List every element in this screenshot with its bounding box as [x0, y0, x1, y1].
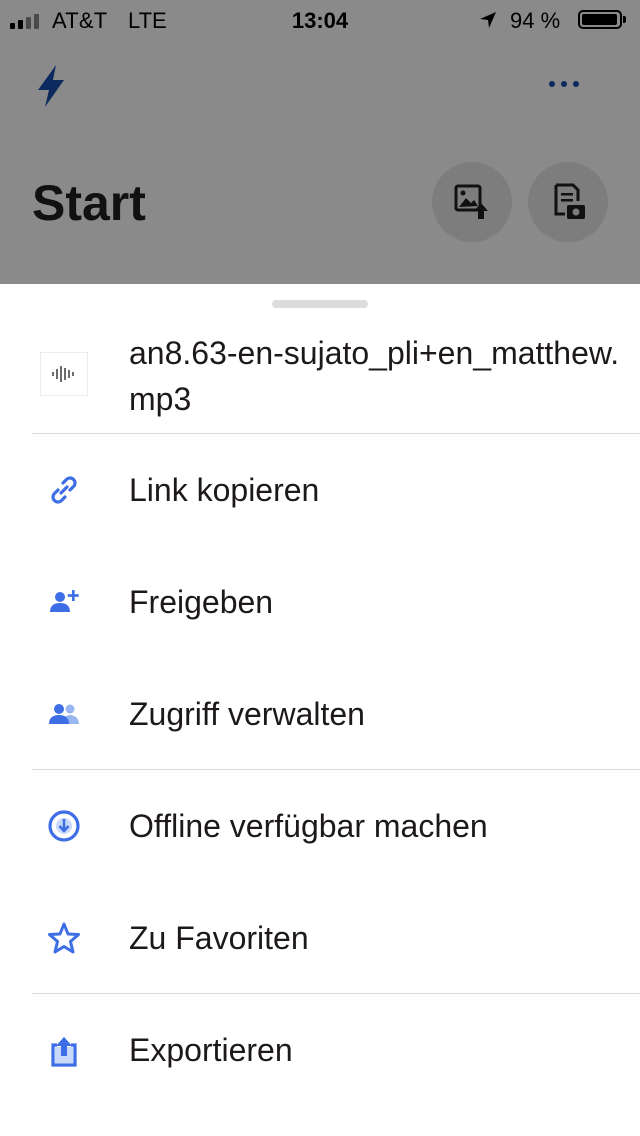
copy-link-item[interactable]: Link kopieren — [0, 434, 640, 546]
screen: AT&T LTE 13:04 94 % Start an8.63-en-suja… — [0, 0, 640, 1136]
share-item[interactable]: Freigeben — [0, 546, 640, 658]
offline-download-icon — [44, 806, 84, 846]
upload-photo-icon — [454, 184, 488, 219]
link-icon — [44, 470, 84, 510]
background-app[interactable]: AT&T LTE 13:04 94 % Start — [0, 0, 640, 300]
page-title: Start — [32, 175, 146, 231]
battery-percent: 94 % — [510, 8, 561, 33]
star-icon — [44, 918, 84, 958]
sheet-grabber[interactable] — [272, 300, 368, 308]
audio-file-icon — [40, 352, 88, 396]
scan-document-icon — [554, 183, 585, 219]
more-icon[interactable] — [540, 70, 588, 98]
export-icon — [44, 1030, 84, 1070]
battery-icon — [578, 10, 626, 29]
make-offline-item[interactable]: Offline verfügbar machen — [0, 770, 640, 882]
manage-access-label: Zugriff verwalten — [129, 696, 365, 732]
scan-document-button[interactable] — [528, 162, 608, 242]
action-sheet: an8.63-en-sujato_pli+en_matthew.mp3 Link… — [0, 284, 640, 1136]
add-favorite-item[interactable]: Zu Favoriten — [0, 882, 640, 994]
export-label: Exportieren — [129, 1032, 293, 1068]
location-arrow-icon — [480, 12, 496, 28]
share-label: Freigeben — [129, 584, 274, 620]
status-bar: AT&T LTE 13:04 94 % — [0, 0, 640, 40]
file-name: an8.63-en-sujato_pli+en_matthew.mp3 — [129, 335, 620, 417]
copy-link-label: Link kopieren — [129, 472, 320, 508]
bolt-icon[interactable] — [34, 64, 68, 108]
people-icon — [44, 694, 84, 734]
share-user-icon — [44, 582, 84, 622]
export-item[interactable]: Exportieren — [0, 994, 640, 1106]
manage-access-item[interactable]: Zugriff verwalten — [0, 658, 640, 770]
file-header: an8.63-en-sujato_pli+en_matthew.mp3 — [0, 324, 640, 433]
add-favorite-label: Zu Favoriten — [129, 920, 309, 956]
upload-photo-button[interactable] — [432, 162, 512, 242]
make-offline-label: Offline verfügbar machen — [129, 808, 488, 844]
